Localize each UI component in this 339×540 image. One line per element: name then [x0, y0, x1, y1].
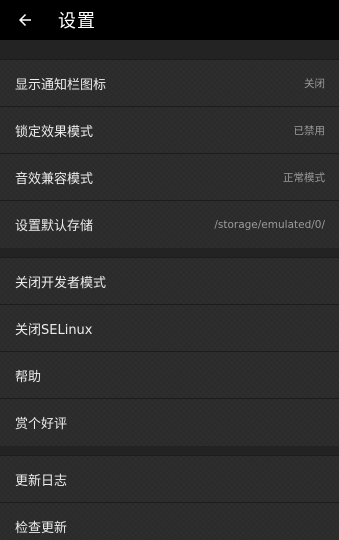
- setting-value: 已禁用: [293, 124, 326, 137]
- setting-lock-effect-mode[interactable]: 锁定效果模式 已禁用: [0, 107, 339, 154]
- setting-label: 帮助: [15, 369, 42, 385]
- setting-help[interactable]: 帮助: [0, 352, 339, 399]
- setting-label: 显示通知栏图标: [15, 77, 107, 93]
- setting-value: 关闭: [304, 77, 325, 90]
- section-divider: [0, 248, 339, 257]
- page-title: 设置: [58, 11, 96, 32]
- back-button[interactable]: [12, 7, 38, 33]
- setting-value: /storage/emulated/0/: [214, 218, 325, 231]
- section-divider: [0, 40, 339, 59]
- settings-section-advanced: 关闭开发者模式 关闭SELinux 帮助 赏个好评: [0, 257, 339, 446]
- setting-changelog[interactable]: 更新日志: [0, 456, 339, 503]
- arrow-back-icon: [19, 14, 31, 26]
- setting-label: 更新日志: [15, 473, 68, 489]
- setting-label: 检查更新: [15, 521, 68, 536]
- section-divider: [0, 446, 339, 455]
- settings-section-general: 显示通知栏图标 关闭 锁定效果模式 已禁用 音效兼容模式 正常模式 设置默认存储…: [0, 59, 339, 248]
- setting-audio-compat-mode[interactable]: 音效兼容模式 正常模式: [0, 154, 339, 201]
- settings-section-updates: 更新日志 检查更新: [0, 455, 339, 540]
- app-bar: 设置: [0, 0, 339, 40]
- settings-list: 显示通知栏图标 关闭 锁定效果模式 已禁用 音效兼容模式 正常模式 设置默认存储…: [0, 40, 339, 540]
- setting-rate-app[interactable]: 赏个好评: [0, 399, 339, 446]
- setting-label: 关闭开发者模式: [15, 275, 107, 291]
- setting-default-storage[interactable]: 设置默认存储 /storage/emulated/0/: [0, 201, 339, 248]
- setting-label: 设置默认存储: [15, 219, 94, 234]
- setting-check-update[interactable]: 检查更新: [0, 503, 339, 540]
- setting-disable-developer-mode[interactable]: 关闭开发者模式: [0, 258, 339, 305]
- setting-value: 正常模式: [283, 171, 325, 184]
- setting-notification-icon[interactable]: 显示通知栏图标 关闭: [0, 60, 339, 107]
- setting-label: 赏个好评: [15, 417, 68, 432]
- setting-label: 关闭SELinux: [15, 322, 93, 338]
- setting-label: 音效兼容模式: [15, 171, 94, 187]
- setting-disable-selinux[interactable]: 关闭SELinux: [0, 305, 339, 352]
- setting-label: 锁定效果模式: [15, 124, 94, 140]
